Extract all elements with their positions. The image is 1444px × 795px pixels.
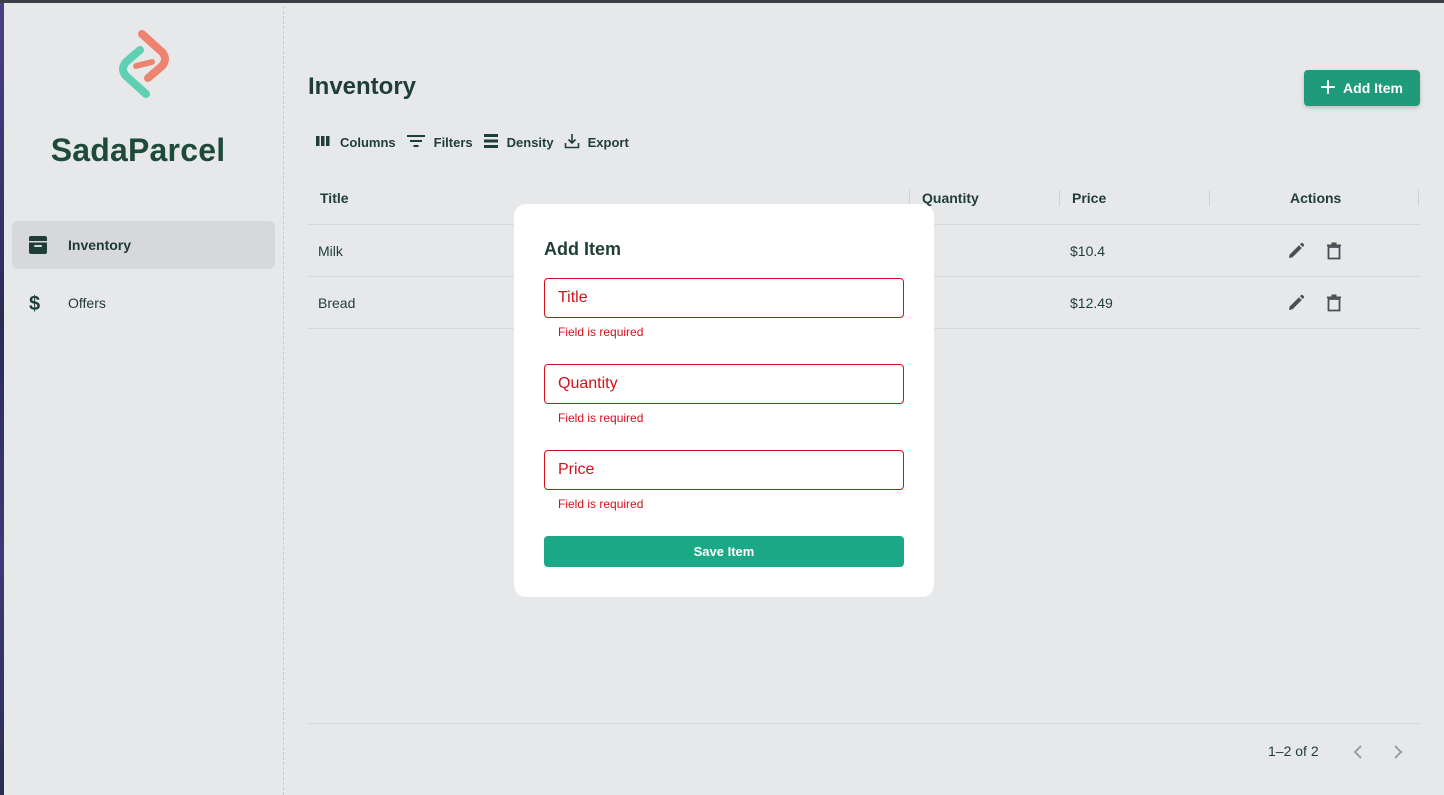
column-header-price[interactable]: Price (1072, 190, 1106, 206)
column-header-quantity[interactable]: Quantity (922, 190, 979, 206)
export-button[interactable]: Export (564, 133, 629, 152)
sidebar-item-label: Inventory (68, 237, 132, 253)
plus-icon (1321, 79, 1336, 97)
column-separator (1418, 190, 1419, 206)
sidebar-item-offers[interactable]: $ Offers (12, 279, 275, 327)
price-field[interactable] (544, 450, 904, 490)
edit-icon[interactable] (1286, 241, 1306, 261)
pagination-text: 1–2 of 2 (1268, 743, 1319, 759)
archive-icon (28, 235, 68, 255)
add-item-label: Add Item (1343, 80, 1403, 96)
column-separator[interactable] (1059, 190, 1060, 206)
price-error: Field is required (558, 497, 644, 511)
density-icon (483, 133, 499, 152)
cell-price: $12.49 (1070, 295, 1113, 311)
delete-icon[interactable] (1324, 241, 1344, 261)
app-window: SadaParcel Inventory $ Offers Inventory (0, 0, 1444, 795)
cell-price: $10.4 (1070, 243, 1106, 259)
next-page-icon[interactable] (1386, 740, 1410, 764)
svg-text:$: $ (29, 293, 40, 313)
columns-icon (314, 134, 332, 151)
columns-button[interactable]: Columns (314, 134, 396, 151)
export-label: Export (587, 134, 629, 150)
column-separator[interactable] (1209, 190, 1210, 206)
title-input[interactable] (545, 279, 903, 317)
title-field[interactable] (544, 278, 904, 318)
price-input[interactable] (545, 451, 903, 489)
column-header-actions: Actions (1290, 190, 1342, 206)
edit-icon[interactable] (1286, 293, 1306, 313)
download-icon (564, 133, 580, 152)
title-error: Field is required (558, 325, 644, 339)
brand-logo-icon (112, 28, 176, 100)
filters-button[interactable]: Filters (406, 134, 473, 151)
sidebar: SadaParcel Inventory $ Offers (4, 6, 284, 795)
brand-name: SadaParcel (50, 132, 226, 168)
column-header-title[interactable]: Title (320, 190, 349, 206)
density-label: Density (506, 134, 554, 150)
previous-page-icon[interactable] (1346, 740, 1370, 764)
page-title: Inventory (308, 73, 417, 100)
quantity-error: Field is required (558, 411, 644, 425)
sidebar-item-inventory[interactable]: Inventory (12, 221, 275, 269)
save-item-button[interactable]: Save Item (544, 536, 904, 567)
sidebar-item-label: Offers (68, 295, 106, 311)
cell-title: Milk (318, 243, 343, 259)
delete-icon[interactable] (1324, 293, 1344, 313)
dialog-title: Add Item (544, 239, 622, 259)
quantity-field[interactable] (544, 364, 904, 404)
columns-label: Columns (340, 134, 396, 150)
dollar-icon: $ (28, 293, 68, 313)
filters-label: Filters (433, 134, 473, 150)
add-item-dialog: Add Item Field is required Field is requ… (514, 204, 934, 597)
filter-icon (406, 134, 426, 151)
add-item-button[interactable]: Add Item (1304, 70, 1420, 106)
cell-title: Bread (318, 295, 356, 311)
quantity-input[interactable] (545, 365, 903, 403)
table-footer-divider (308, 723, 1420, 724)
grid-toolbar: Columns Filters Density Export (314, 130, 639, 154)
density-button[interactable]: Density (483, 133, 554, 152)
